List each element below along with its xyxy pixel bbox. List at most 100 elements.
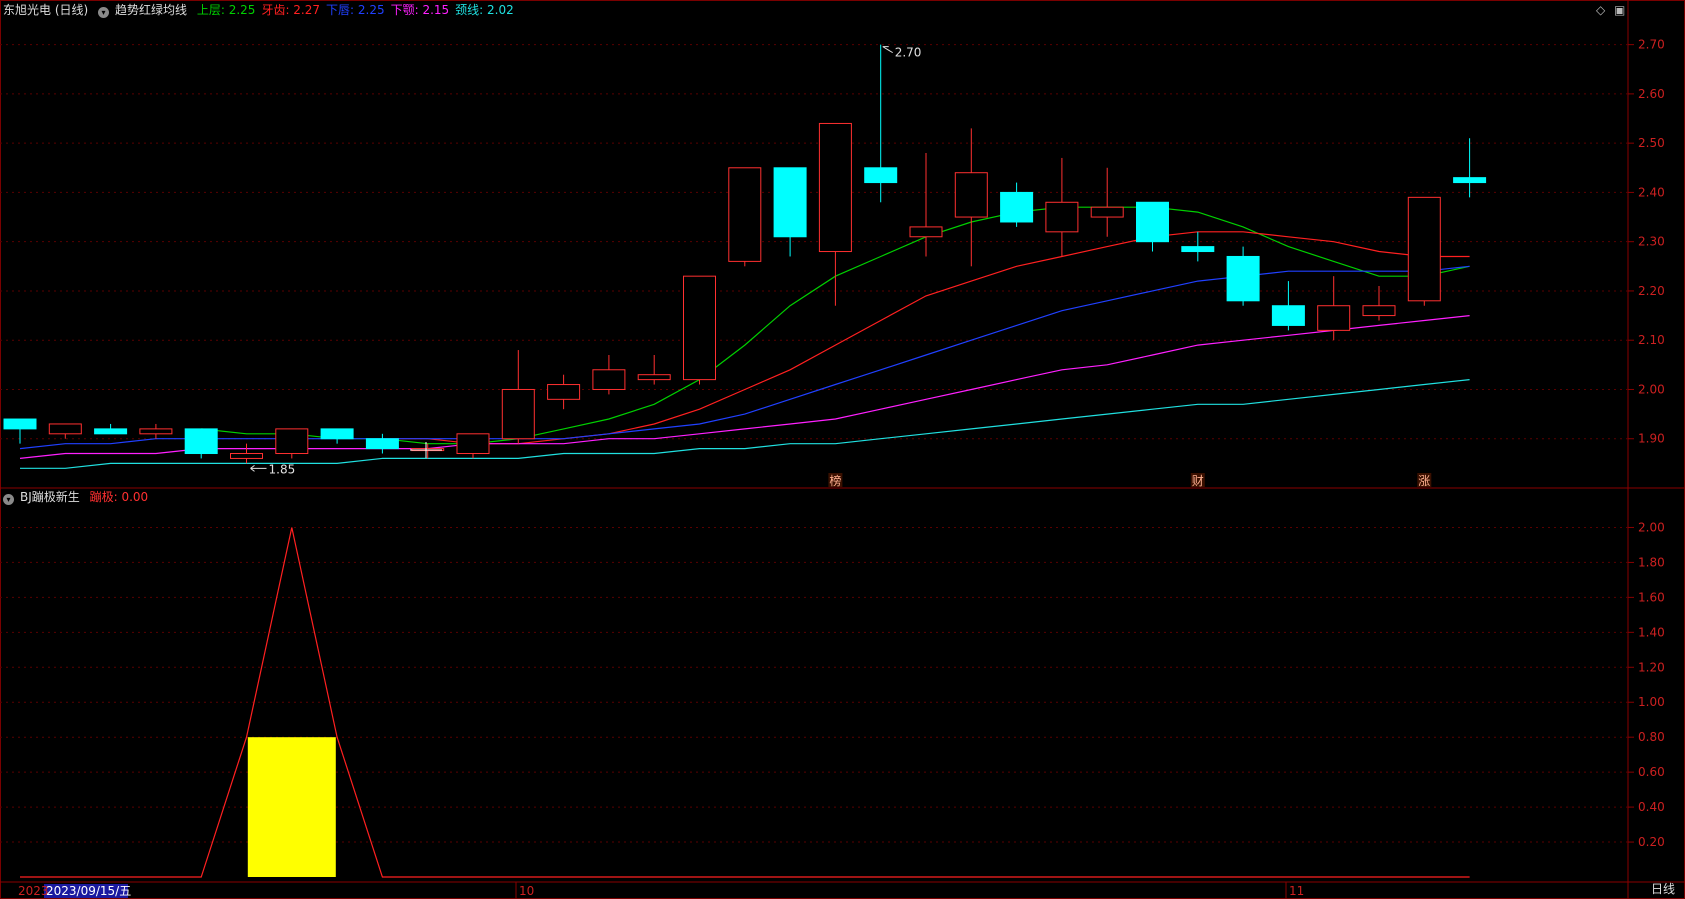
event-marker[interactable]: 榜 xyxy=(828,473,843,488)
sub-indicator-value: 蹦极: 0.00 xyxy=(89,490,149,504)
ma-legend-item: 颈线: 2.02 xyxy=(455,3,514,17)
event-marker[interactable]: 涨 xyxy=(1417,473,1432,488)
candle-body xyxy=(94,428,128,435)
candle[interactable] xyxy=(1407,196,1441,306)
sub-indicator-title[interactable]: BJ蹦极新生 xyxy=(20,490,80,504)
candle[interactable] xyxy=(728,167,762,267)
candle-body xyxy=(1317,305,1351,331)
candle[interactable] xyxy=(184,428,218,459)
candle-body xyxy=(1136,201,1169,243)
y-tick-label: 0.20 xyxy=(1638,835,1665,849)
chevron-down-icon[interactable]: ▾ xyxy=(98,7,110,18)
x-label-cursor-date: 2023/09/15/五 xyxy=(46,884,131,898)
diamond-icon[interactable]: ◇ xyxy=(1596,3,1605,17)
candle[interactable] xyxy=(1226,246,1260,306)
low-arrow-icon xyxy=(250,464,267,472)
main-header: 东旭光电 (日线) ▾ 趋势红绿均线 上层: 2.25 牙齿: 2.27 下唇: 2.… xyxy=(3,3,526,18)
chevron-down-icon[interactable]: ▾ xyxy=(3,494,14,505)
candle[interactable] xyxy=(3,418,37,444)
candle-body xyxy=(909,226,943,238)
candle[interactable] xyxy=(954,128,988,267)
candle-body xyxy=(1453,177,1487,184)
candle[interactable] xyxy=(592,354,626,395)
candle[interactable] xyxy=(1136,201,1169,252)
y-tick-label: 1.90 xyxy=(1638,432,1665,446)
candle-body xyxy=(773,167,807,238)
y-tick-label: 1.00 xyxy=(1638,695,1665,709)
x-label-nov: 11 xyxy=(1289,884,1304,898)
x-label-oct: 10 xyxy=(519,884,534,898)
sub-grid xyxy=(0,526,1628,843)
event-marker-label: 涨 xyxy=(1418,473,1430,488)
stock-title[interactable]: 东旭光电 (日线) xyxy=(3,3,88,17)
candle[interactable] xyxy=(320,428,354,444)
ma-legend-item: 下颚: 2.15 xyxy=(390,3,450,17)
candle[interactable] xyxy=(1090,167,1124,237)
candle-body xyxy=(3,418,37,430)
y-tick-label: 2.60 xyxy=(1638,87,1665,101)
candle[interactable] xyxy=(773,167,807,257)
ma-line-下颚 xyxy=(19,315,1470,459)
y-tick-label: 0.80 xyxy=(1638,730,1665,744)
candle-body xyxy=(1045,201,1079,233)
y-tick-label: 2.20 xyxy=(1638,284,1665,298)
candle[interactable] xyxy=(230,443,263,464)
y-tick-label: 2.40 xyxy=(1638,185,1665,199)
indicator-title[interactable]: 趋势红绿均线 xyxy=(115,3,187,17)
x-label-year: 2023 xyxy=(18,884,49,898)
candle[interactable] xyxy=(411,443,445,459)
low-price-annotation: 1.85 xyxy=(269,462,296,476)
candle[interactable] xyxy=(1181,231,1215,262)
candle[interactable] xyxy=(637,354,671,385)
event-markers[interactable]: 榜财涨 xyxy=(828,473,1432,488)
sub-y-axis: 0.20 0.40 0.60 0.80 1.00 1.20 1.40 1.60 1.80 2.00 xyxy=(1628,520,1665,849)
y-tick-label: 2.50 xyxy=(1638,136,1665,150)
candle[interactable] xyxy=(48,423,82,439)
candle-body xyxy=(592,369,626,390)
candle[interactable] xyxy=(365,433,399,454)
candle[interactable] xyxy=(1000,182,1034,227)
candle[interactable] xyxy=(139,423,173,439)
main-y-axis: 1.90 2.00 2.10 2.20 2.30 2.40 2.50 2.60 2.70 xyxy=(1628,38,1665,446)
candle-body xyxy=(1271,305,1305,326)
candle[interactable] xyxy=(683,275,716,385)
window-restore-icon[interactable]: ▣ xyxy=(1614,3,1625,17)
ma-legend-item: 上层: 2.25 xyxy=(196,3,256,17)
candle[interactable] xyxy=(818,122,852,306)
candle-body xyxy=(320,428,354,440)
candle-body xyxy=(48,423,82,435)
candle[interactable] xyxy=(501,350,535,444)
candle-body xyxy=(275,428,309,455)
candle-body xyxy=(637,374,671,381)
candle[interactable] xyxy=(456,433,490,459)
candle[interactable] xyxy=(864,44,898,203)
candle[interactable] xyxy=(1453,138,1487,198)
candle[interactable] xyxy=(1317,276,1351,341)
candle-body xyxy=(501,388,535,440)
candle[interactable] xyxy=(909,153,943,257)
candle-body xyxy=(1226,255,1260,302)
y-tick-label: 2.70 xyxy=(1638,38,1665,52)
candlesticks[interactable] xyxy=(3,44,1487,464)
ma-legend-item: 下唇: 2.25 xyxy=(326,3,385,17)
candle-body xyxy=(1000,191,1034,223)
candle[interactable] xyxy=(94,423,128,435)
y-tick-label: 0.60 xyxy=(1638,765,1665,779)
candle-body xyxy=(230,453,263,459)
candle-body xyxy=(954,172,988,218)
indicator-bar xyxy=(247,737,336,877)
high-price-annotation: 2.70 xyxy=(895,46,922,60)
y-tick-label: 2.00 xyxy=(1638,382,1665,396)
period-label[interactable]: 日线 xyxy=(1651,880,1675,897)
candle[interactable] xyxy=(1271,281,1305,331)
event-marker[interactable]: 财 xyxy=(1190,473,1205,488)
candle-body xyxy=(683,275,716,381)
chart-stage[interactable]: 1.90 2.00 2.10 2.20 2.30 2.40 2.50 2.60 2.70 0.2… xyxy=(0,0,1685,899)
candle[interactable] xyxy=(1362,286,1396,321)
y-tick-label: 1.80 xyxy=(1638,555,1665,569)
candle-body xyxy=(1407,196,1441,302)
candle[interactable] xyxy=(275,428,309,459)
candle-body xyxy=(456,433,490,455)
candle[interactable] xyxy=(547,374,581,410)
candle-body xyxy=(139,428,173,435)
